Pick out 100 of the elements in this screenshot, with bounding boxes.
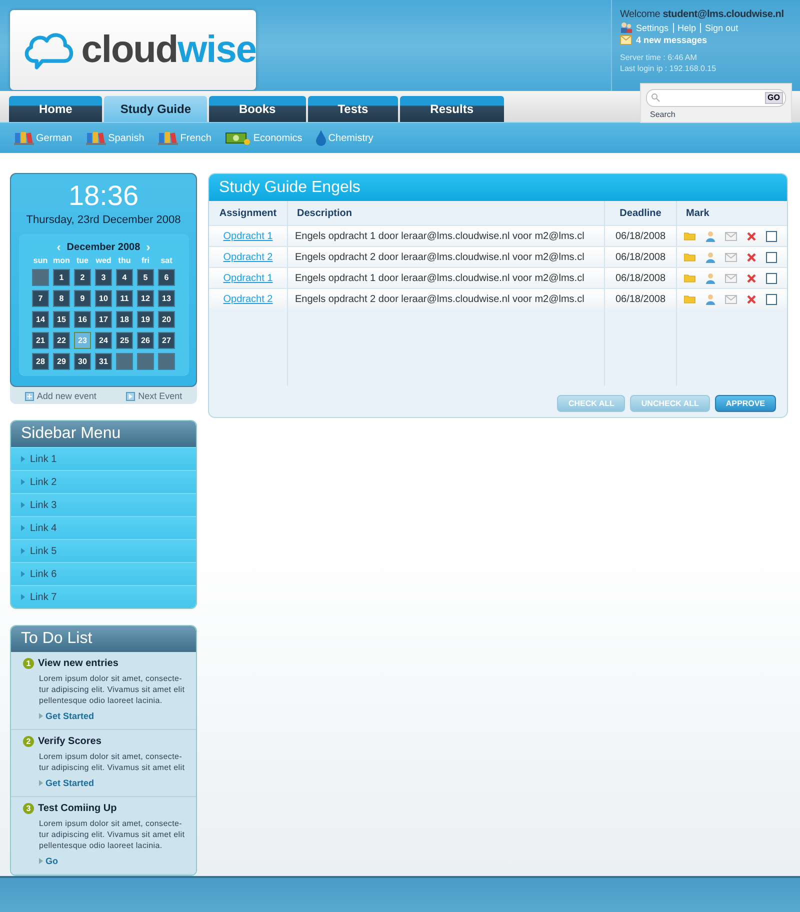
arrow-icon [39, 713, 43, 720]
calendar-day[interactable]: 5 [137, 269, 154, 286]
books-icon [14, 131, 34, 146]
calendar-day[interactable]: 8 [53, 290, 70, 308]
table-cell: Engels opdracht 2 door leraar@lms.cloudwise.nl voor m2@lms.cl [288, 246, 604, 268]
calendar-day[interactable]: 3 [95, 269, 112, 286]
search-icon [651, 93, 660, 102]
search-field[interactable]: GO [646, 88, 786, 107]
calendar-day[interactable]: 13 [158, 290, 175, 308]
user-icon[interactable] [706, 272, 715, 284]
calendar-day[interactable]: 1 [53, 269, 70, 286]
user-icon[interactable] [706, 294, 715, 305]
todo-link[interactable]: Get Started [39, 778, 94, 788]
nav-tab[interactable]: Home [9, 96, 102, 122]
step-number: 2 [23, 736, 34, 748]
delete-icon[interactable] [747, 294, 756, 304]
arrow-icon [21, 548, 25, 554]
weekday-label: sat [160, 256, 174, 266]
search-label: Search [650, 110, 676, 119]
weekday-label: tue [76, 256, 90, 266]
todo-title: Verify Scores [38, 736, 102, 748]
calendar-day[interactable]: 4 [116, 269, 133, 286]
table-cell: 06/18/2008 [605, 246, 676, 268]
todo-description: Lorem ipsum dolor sit amet, consecte- tur adipiscing elit. Vivamus sit amet elit pellentesque odio laoreet lacinia. [39, 818, 186, 852]
go-button[interactable]: GO [764, 92, 783, 104]
calendar-day[interactable]: 22 [53, 332, 70, 350]
calendar-day[interactable]: 19 [137, 311, 154, 328]
arrow-icon [39, 858, 43, 864]
column-header: Deadline [618, 206, 662, 221]
step-number: 3 [23, 803, 34, 814]
server-time: Server time : 6:46 AM [620, 53, 698, 62]
envelope-icon[interactable] [725, 252, 737, 262]
delete-icon[interactable] [747, 274, 756, 283]
sidebar-link[interactable]: Link 1 [11, 447, 196, 470]
sidebar-link[interactable]: Link 5 [11, 539, 196, 562]
calendar-day[interactable]: 7 [32, 290, 49, 308]
table-cell: Engels opdracht 2 door leraar@lms.cloudwise.nl voor m2@lms.cl [288, 288, 604, 310]
calendar-day[interactable]: 24 [95, 332, 112, 350]
calendar-day[interactable]: 27 [158, 332, 175, 350]
folder-icon[interactable] [684, 274, 696, 283]
folder-icon[interactable] [684, 232, 696, 241]
sidebar-link[interactable]: Link 2 [11, 470, 196, 494]
delete-icon[interactable] [747, 232, 756, 241]
calendar-day[interactable]: 12 [137, 290, 154, 308]
clock-time: 18:36 [68, 180, 139, 212]
nav-tab[interactable]: Results [400, 96, 504, 122]
calendar-day[interactable]: 6 [158, 269, 175, 286]
todo-description: Lorem ipsum dolor sit amet, consecte- tur adipiscing elit. Vivamus sit amet elit [39, 751, 186, 774]
books-icon [86, 131, 106, 146]
calendar-day[interactable]: 15 [53, 311, 70, 328]
calendar-day[interactable]: 26 [137, 332, 154, 350]
table-cell: Engels opdracht 1 door leraar@lms.cloudwise.nl voor m2@lms.cl [288, 225, 604, 246]
calendar-day[interactable]: 9 [74, 290, 91, 308]
envelope-icon[interactable] [725, 232, 737, 241]
calendar-action-link[interactable]: Add new event [24, 391, 96, 402]
calendar-day[interactable]: 2 [74, 269, 91, 286]
sidebar-link[interactable]: Link 3 [11, 493, 196, 516]
calendar-day[interactable]: 30 [74, 353, 91, 370]
envelope-icon[interactable] [725, 294, 737, 304]
folder-icon[interactable] [684, 294, 696, 304]
calendar-day[interactable]: 29 [53, 353, 70, 370]
nav-tab[interactable]: Tests [308, 96, 398, 122]
row-checkbox[interactable] [766, 252, 777, 263]
todo-link[interactable]: Go [39, 856, 58, 866]
arrow-icon [21, 571, 25, 578]
calendar-day[interactable]: 17 [95, 311, 112, 328]
user-icon[interactable] [706, 230, 715, 242]
envelope-icon [620, 35, 632, 45]
arrow-icon [21, 479, 25, 486]
sidebar-link[interactable]: Link 7 [11, 585, 196, 608]
row-checkbox[interactable] [766, 230, 777, 242]
calendar-day[interactable]: 28 [32, 353, 49, 370]
envelope-icon[interactable] [725, 274, 737, 283]
delete-icon[interactable] [747, 252, 756, 262]
calendar-day[interactable]: 18 [116, 311, 133, 328]
column-header: Mark [685, 206, 710, 221]
nav-tab[interactable]: Study Guide [104, 96, 208, 122]
calendar-day[interactable]: 21 [32, 332, 49, 350]
sidebar-link[interactable]: Link 4 [11, 516, 196, 540]
panel-title: To Do List [11, 626, 196, 652]
weekday-label: sun [32, 256, 49, 266]
calendar-day[interactable]: 31 [95, 353, 112, 370]
sidebar-link[interactable]: Link 6 [11, 562, 196, 586]
money-icon [225, 131, 252, 146]
panel-title: Study Guide Engels [209, 174, 787, 202]
calendar-day[interactable]: 20 [158, 311, 175, 328]
calendar-day[interactable]: 11 [116, 290, 133, 308]
calendar-day[interactable]: 10 [95, 290, 112, 308]
calendar-day[interactable]: 25 [116, 332, 133, 350]
nav-tab[interactable]: Books [209, 96, 306, 122]
calendar-day[interactable]: 16 [74, 311, 91, 328]
books-icon [158, 131, 178, 146]
arrow-icon [21, 502, 25, 508]
calendar-action-link[interactable]: Next Event [126, 391, 182, 402]
calendar-day[interactable]: 14 [32, 311, 49, 328]
user-icon[interactable] [706, 252, 715, 263]
folder-icon[interactable] [684, 252, 696, 262]
row-checkbox[interactable] [766, 294, 777, 305]
todo-link[interactable]: Get Started [39, 711, 94, 722]
row-checkbox[interactable] [766, 272, 777, 284]
